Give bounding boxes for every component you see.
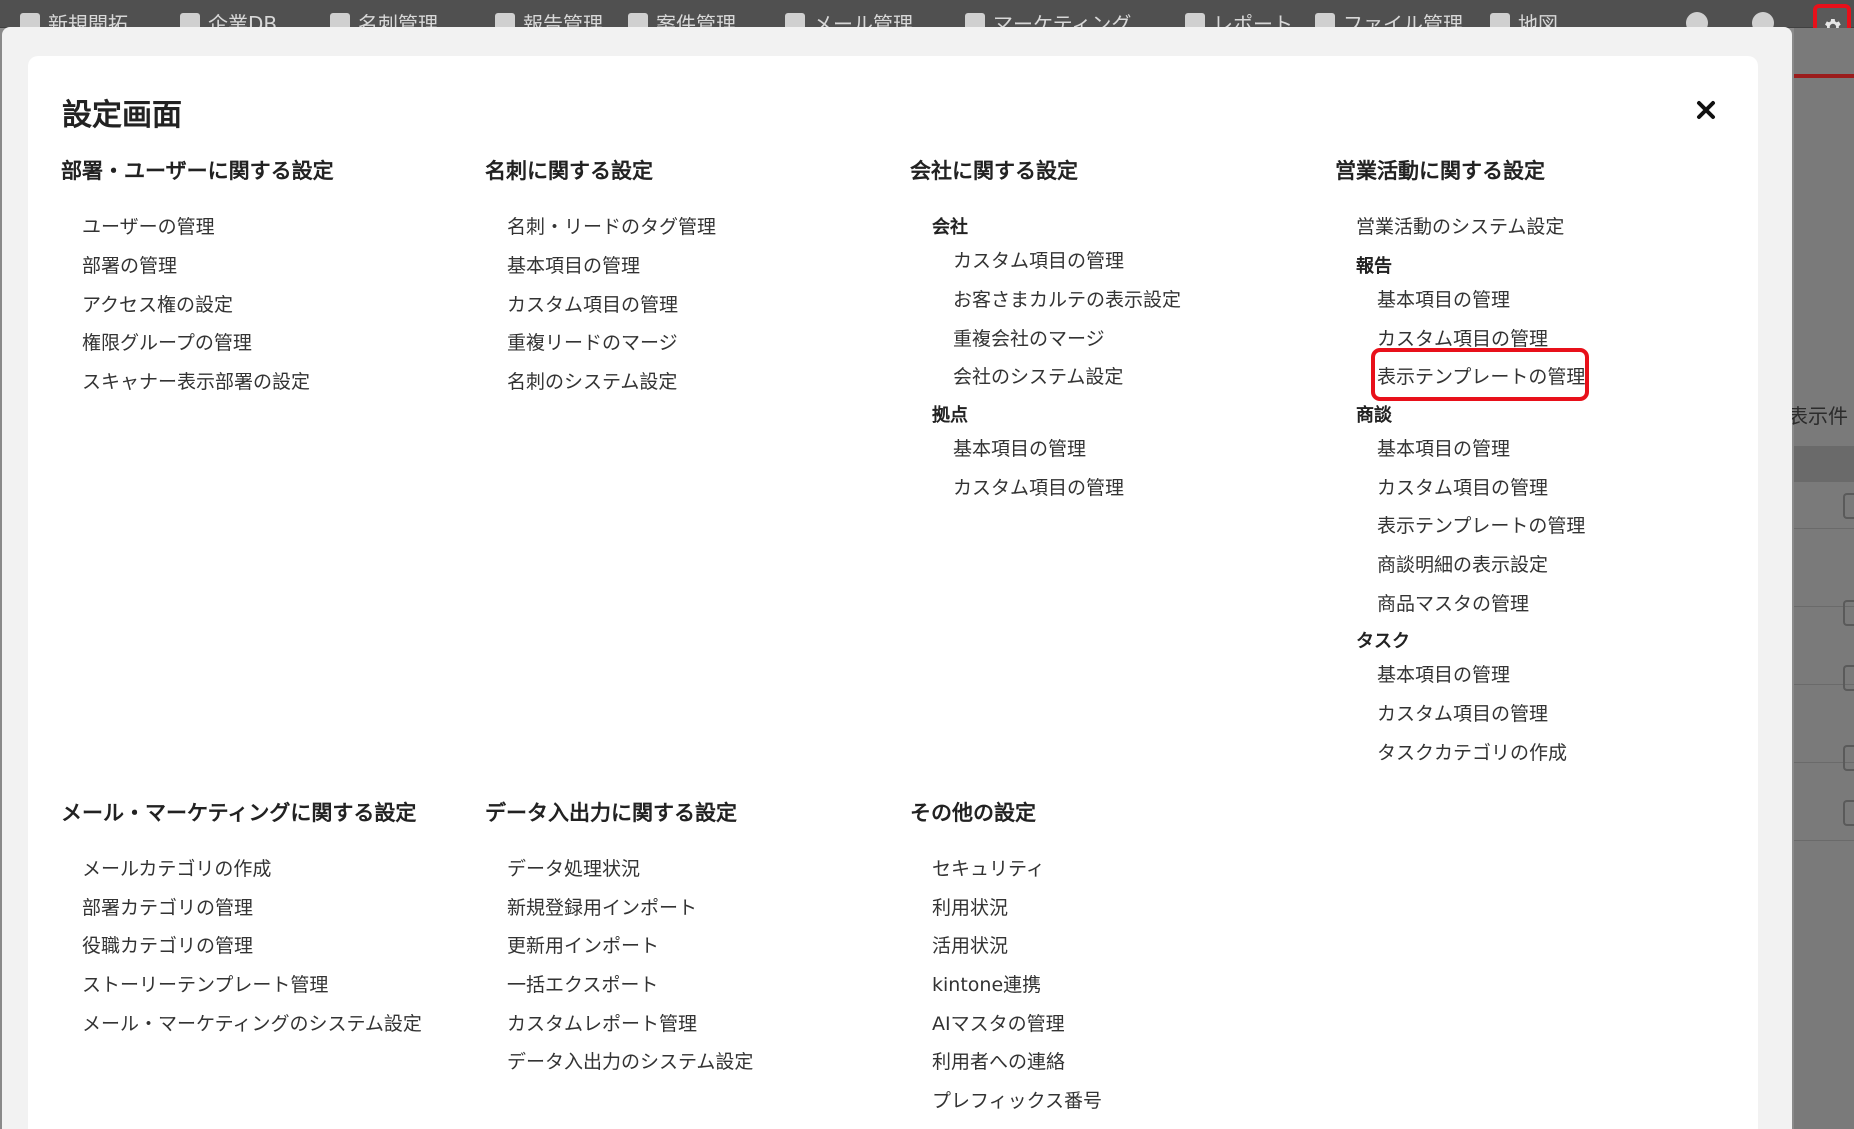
modal-title: 設定画面 (62, 98, 182, 133)
subheading-task: タスク (1356, 631, 1410, 652)
link-custom-report[interactable]: カスタムレポート管理 (507, 1009, 697, 1036)
section-title-business-card: 名刺に関する設定 (485, 159, 653, 183)
link-customer-chart-display[interactable]: お客さまカルテの表示設定 (953, 285, 1181, 312)
new-prospect-icon (20, 13, 40, 27)
link-sales-system-settings[interactable]: 営業活動のシステム設定 (1356, 212, 1564, 239)
subheading-company: 会社 (932, 217, 968, 238)
link-company-system-settings[interactable]: 会社のシステム設定 (953, 362, 1123, 389)
section-title-dept-user: 部署・ユーザーに関する設定 (61, 159, 334, 183)
link-deal-custom-fields[interactable]: カスタム項目の管理 (1377, 473, 1548, 500)
highlight-box (1371, 348, 1589, 401)
link-data-io-system[interactable]: データ入出力のシステム設定 (507, 1047, 753, 1074)
deal-icon (628, 13, 648, 27)
nav-file-management[interactable]: ファイル管理 (1315, 12, 1463, 27)
link-duplicate-lead-merge[interactable]: 重複リードのマージ (507, 328, 678, 355)
search-icon[interactable] (1686, 12, 1708, 27)
background-checkbox (1843, 665, 1854, 691)
link-department-management[interactable]: 部署の管理 (82, 251, 177, 278)
background-checkbox (1843, 493, 1854, 519)
link-task-custom-fields[interactable]: カスタム項目の管理 (1377, 699, 1548, 726)
section-title-mail-marketing: メール・マーケティングに関する設定 (61, 801, 417, 825)
map-icon (1490, 13, 1510, 27)
background-page (1794, 28, 1854, 1129)
megaphone-icon (965, 13, 985, 27)
close-button[interactable] (1692, 96, 1720, 124)
link-deal-display-template[interactable]: 表示テンプレートの管理 (1377, 511, 1585, 538)
nav-deal-management[interactable]: 案件管理 (628, 12, 736, 27)
top-navigation: 新規開拓 企業DB 名刺管理 報告管理 案件管理 メール管理 マーケティング レ… (0, 0, 1854, 28)
link-deal-detail-display[interactable]: 商談明細の表示設定 (1377, 550, 1548, 577)
link-duplicate-company-merge[interactable]: 重複会社のマージ (953, 324, 1105, 351)
link-scanner-departments[interactable]: スキャナー表示部署の設定 (82, 367, 310, 394)
bell-icon[interactable] (1752, 12, 1774, 27)
link-new-import[interactable]: 新規登録用インポート (507, 893, 697, 920)
link-report-custom-fields[interactable]: カスタム項目の管理 (1377, 324, 1548, 351)
background-table-header (1794, 446, 1854, 482)
link-utilization-status[interactable]: 活用状況 (932, 931, 1008, 958)
link-position-category[interactable]: 役職カテゴリの管理 (82, 931, 253, 958)
report-icon (495, 13, 515, 27)
link-card-system-settings[interactable]: 名刺のシステム設定 (507, 367, 677, 394)
link-access-rights[interactable]: アクセス権の設定 (82, 290, 233, 317)
link-card-basic-fields[interactable]: 基本項目の管理 (507, 251, 640, 278)
link-mail-category-create[interactable]: メールカテゴリの作成 (82, 854, 271, 881)
subheading-deal: 商談 (1356, 405, 1392, 426)
nav-report-management[interactable]: 報告管理 (495, 12, 603, 27)
background-checkbox (1843, 745, 1854, 771)
card-icon (330, 13, 350, 27)
nav-report[interactable]: レポート (1185, 12, 1293, 27)
link-permission-groups[interactable]: 権限グループの管理 (82, 328, 252, 355)
nav-company-db[interactable]: 企業DB (180, 12, 277, 27)
section-title-other: その他の設定 (910, 801, 1036, 825)
link-user-contact[interactable]: 利用者への連絡 (932, 1047, 1065, 1074)
link-ai-master[interactable]: AIマスタの管理 (932, 1009, 1065, 1036)
nav-new-prospect[interactable]: 新規開拓 (20, 12, 128, 27)
link-user-management[interactable]: ユーザーの管理 (82, 212, 215, 239)
link-product-master[interactable]: 商品マスタの管理 (1377, 589, 1529, 616)
link-kintone-integration[interactable]: kintone連携 (932, 970, 1041, 997)
nav-marketing[interactable]: マーケティング (965, 12, 1131, 27)
table-icon (1185, 13, 1205, 27)
background-checkbox (1843, 600, 1854, 626)
close-icon (1697, 101, 1715, 119)
section-title-data-io: データ入出力に関する設定 (485, 801, 737, 825)
background-row-divider (1794, 840, 1854, 841)
link-data-processing-status[interactable]: データ処理状況 (507, 854, 640, 881)
link-usage-status[interactable]: 利用状況 (932, 893, 1008, 920)
link-company-custom-fields[interactable]: カスタム項目の管理 (953, 246, 1124, 273)
subheading-branch: 拠点 (932, 405, 968, 426)
link-branch-basic-fields[interactable]: 基本項目の管理 (953, 434, 1086, 461)
section-title-sales: 営業活動に関する設定 (1335, 159, 1545, 183)
mail-icon (785, 13, 805, 27)
subheading-report: 報告 (1356, 256, 1392, 277)
nav-map[interactable]: 地図 (1490, 12, 1558, 27)
background-display-count: 表示件 (1788, 404, 1848, 428)
link-mail-marketing-system[interactable]: メール・マーケティングのシステム設定 (82, 1009, 422, 1036)
background-row-divider (1794, 528, 1854, 529)
link-story-template[interactable]: ストーリーテンプレート管理 (82, 970, 328, 997)
link-prefix-number[interactable]: プレフィックス番号 (932, 1086, 1102, 1113)
link-department-category[interactable]: 部署カテゴリの管理 (82, 893, 253, 920)
link-task-basic-fields[interactable]: 基本項目の管理 (1377, 660, 1510, 687)
background-checkbox (1843, 800, 1854, 826)
link-security[interactable]: セキュリティ (932, 854, 1045, 881)
nav-mail-management[interactable]: メール管理 (785, 12, 913, 27)
nav-card-management[interactable]: 名刺管理 (330, 12, 438, 27)
link-card-lead-tags[interactable]: 名刺・リードのタグ管理 (507, 212, 716, 239)
folder-icon (1315, 13, 1335, 27)
link-report-basic-fields[interactable]: 基本項目の管理 (1377, 285, 1510, 312)
link-branch-custom-fields[interactable]: カスタム項目の管理 (953, 473, 1124, 500)
link-deal-basic-fields[interactable]: 基本項目の管理 (1377, 434, 1510, 461)
link-bulk-export[interactable]: 一括エクスポート (507, 970, 658, 997)
building-icon (180, 13, 200, 27)
link-update-import[interactable]: 更新用インポート (507, 931, 659, 958)
section-title-company: 会社に関する設定 (910, 159, 1078, 183)
link-task-category-create[interactable]: タスクカテゴリの作成 (1377, 738, 1567, 765)
background-accent-line (1794, 74, 1854, 78)
link-card-custom-fields[interactable]: カスタム項目の管理 (507, 290, 678, 317)
